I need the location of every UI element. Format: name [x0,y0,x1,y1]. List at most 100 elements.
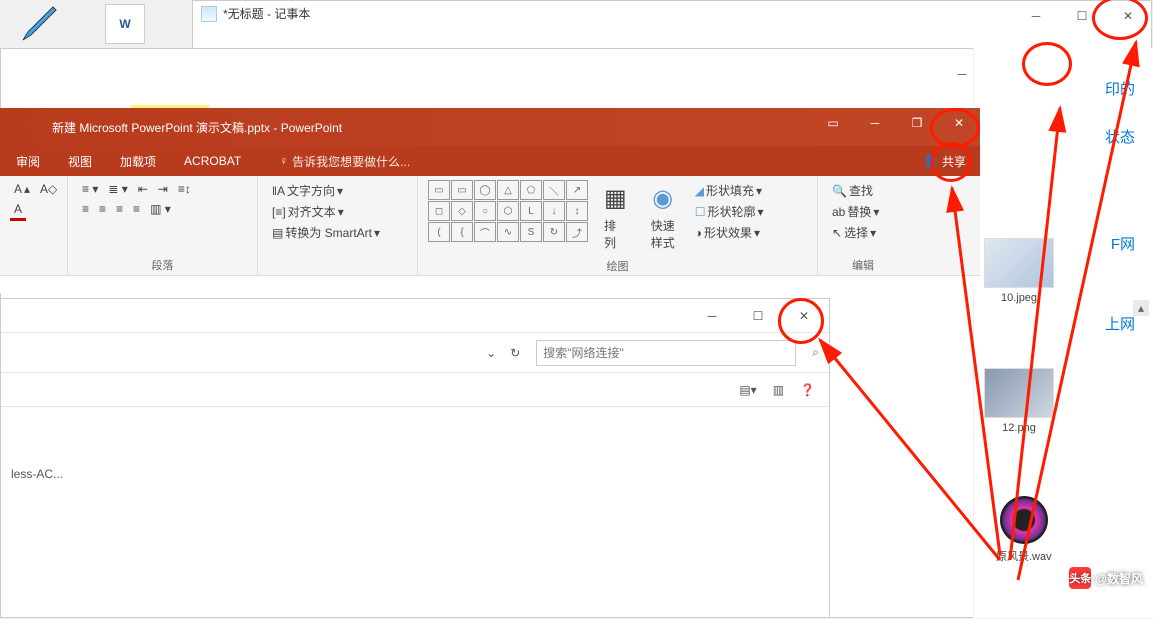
clear-format[interactable]: A◇ [36,180,61,198]
file-name: 10.jpeg [984,292,1054,304]
maximize-button[interactable]: ☐ [1059,1,1105,31]
powerpoint-tabs: 审阅 视图 加载项 ACROBAT ♀告诉我您想要做什么... 👤共享 [0,146,980,176]
arrange-button[interactable]: ▦ 排列 [596,180,635,255]
bullets[interactable]: ≡ ▾ [78,180,102,198]
align-right[interactable]: ≡ [112,200,127,218]
sidebar-link-net1[interactable]: F网 [1111,233,1135,254]
maximize-button[interactable]: ☐ [735,301,781,331]
select-button[interactable]: ↖ 选择 ▾ [828,222,880,243]
align-justify[interactable]: ≡ [129,200,144,218]
align-left[interactable]: ≡ [78,200,93,218]
help-button[interactable]: ❓ [800,383,815,397]
item-label: less-AC... [11,467,63,481]
shapes-gallery[interactable]: ▭▭◯△⬠＼↗ ◻◇○⬡L↓↕ ({⌒∿S↻⤴ [428,180,588,255]
text-direction[interactable]: ‖A 文字方向 ▾ [268,180,347,201]
sidebar-link-print[interactable]: 印的 [1105,78,1135,99]
netconn-item[interactable]: less-AC... [1,407,829,541]
desktop-word-icon[interactable]: W [105,4,145,44]
quickstyles-icon: ◉ [652,184,673,213]
indent-dec[interactable]: ⇤ [134,180,152,198]
lightbulb-icon: ♀ [279,154,288,168]
powerpoint-title: 新建 Microsoft PowerPoint 演示文稿.pptx - Powe… [52,119,342,136]
tab-addins[interactable]: 加载项 [120,153,156,170]
watermark: 头条 @数智风 [1069,567,1143,589]
restore-button[interactable]: ❐ [896,108,938,138]
desktop-pen-icon[interactable] [18,2,58,52]
search-icon[interactable]: ⌕ [812,345,819,360]
address-bar-row: ⌄ ↻ ⌕ [1,333,829,373]
group-paragraph: ≡ ▾ ≣ ▾ ⇤ ⇥ ≡↕ ≡ ≡ ≡ ≡ ▥ ▾ 段落 [68,176,258,275]
line-spacing[interactable]: ≡↕ [174,180,195,198]
shape-fill[interactable]: ◢ 形状填充 ▾ [691,180,766,201]
word-label: W [119,17,130,31]
lbl: 形状效果 [704,224,752,241]
close-button[interactable]: ✕ [1105,1,1151,31]
preview-pane-button[interactable]: ▥ [773,383,784,397]
columns[interactable]: ▥ ▾ [146,200,175,218]
lbl: 对齐文本 [288,203,336,220]
tab-acrobat[interactable]: ACROBAT [184,154,241,168]
font-size-up[interactable]: A▴ [10,180,34,198]
group-label: 编辑 [828,254,898,273]
watermark-text: @数智风 [1095,570,1143,587]
align-center[interactable]: ≡ [95,200,110,218]
shape-outline[interactable]: ☐ 形状轮廓 ▾ [691,201,768,222]
group-label: 绘图 [428,255,807,274]
find-button[interactable]: 🔍 查找 [828,180,877,201]
refresh-button[interactable]: ↻ [510,346,520,360]
notepad-window-controls: ─ ☐ ✕ [1013,1,1151,31]
indent-inc[interactable]: ⇥ [154,180,172,198]
tab-view[interactable]: 视图 [68,153,92,170]
file-name: 原风景.wav [996,548,1052,564]
address-dropdown-icon[interactable]: ⌄ [486,346,496,360]
file-thumb-jpeg[interactable] [984,238,1054,288]
close-button[interactable]: ✕ [781,301,827,331]
quick-styles-button[interactable]: ◉ 快速样式 [643,180,683,255]
powerpoint-window-controls: ▭ ─ ❐ ✕ [812,108,980,138]
search-icon: 🔍 [832,184,847,198]
font-color[interactable]: A [10,200,26,221]
replace-icon: ab [832,205,845,219]
netconn-window-controls: ─ ☐ ✕ [689,301,827,331]
file-thumb-png[interactable] [984,368,1054,418]
effects-icon: ◑ [695,226,702,240]
minimize-button[interactable]: ─ [854,108,896,138]
scrollbar-up-button[interactable]: ▴ [1133,300,1149,316]
notepad-title: *无标题 - 记事本 [223,5,310,22]
numbering[interactable]: ≣ ▾ [104,180,131,198]
close-button[interactable]: ✕ [938,108,980,138]
replace-button[interactable]: ab 替换 ▾ [828,201,883,222]
ribbon-options-button[interactable]: ▭ [812,108,854,138]
group-label: 段落 [78,254,247,273]
watermark-logo: 头条 [1069,567,1091,589]
sidebar-link-net2[interactable]: 上网 [1105,313,1135,334]
powerpoint-titlebar: 新建 Microsoft PowerPoint 演示文稿.pptx - Powe… [0,108,980,146]
tell-me-input[interactable]: ♀告诉我您想要做什么... [279,153,410,170]
shape-effects[interactable]: ◑ 形状效果 ▾ [691,222,764,243]
lbl: 排列 [604,217,627,251]
lbl: 形状轮廓 [708,203,756,220]
toolbar-row: ▤▾ ▥ ❓ [1,373,829,407]
file-thumb-wav[interactable] [1000,496,1048,544]
sidebar-link-status[interactable]: 状态 [1105,126,1135,147]
explorer-file-thumbnails: 印的 状态 F网 上网 10.jpeg 12.png 原风景.wav [973,48,1153,618]
convert-smartart[interactable]: ▤ 转换为 SmartArt ▾ [268,222,384,243]
notepad-window: *无标题 - 记事本 ─ ☐ ✕ [192,0,1152,52]
group-drawing: ▭▭◯△⬠＼↗ ◻◇○⬡L↓↕ ({⌒∿S↻⤴ ▦ 排列 ◉ 快速样式 ◢ 形状… [418,176,818,275]
group-font-partial: A▴A◇ A [0,176,68,275]
powerpoint-ribbon: A▴A◇ A ≡ ▾ ≣ ▾ ⇤ ⇥ ≡↕ ≡ ≡ ≡ ≡ ▥ ▾ [0,176,980,276]
file-name: 12.png [984,422,1054,434]
share-button[interactable]: 👤共享 [923,153,966,170]
search-input[interactable] [536,340,796,366]
cursor-icon: ↖ [832,226,842,240]
align-text[interactable]: [≡] 对齐文本 ▾ [268,201,348,222]
powerpoint-window: 新建 Microsoft PowerPoint 演示文稿.pptx - Powe… [0,108,980,293]
lbl: 选择 [844,224,868,241]
lbl: 快速样式 [651,217,675,251]
view-options-button[interactable]: ▤▾ [739,383,756,397]
lbl: 替换 [847,203,871,220]
minimize-button[interactable]: ─ [689,301,735,331]
minimize-button[interactable]: ─ [1013,1,1059,31]
outline-icon: ☐ [695,205,706,219]
tab-review[interactable]: 审阅 [16,153,40,170]
